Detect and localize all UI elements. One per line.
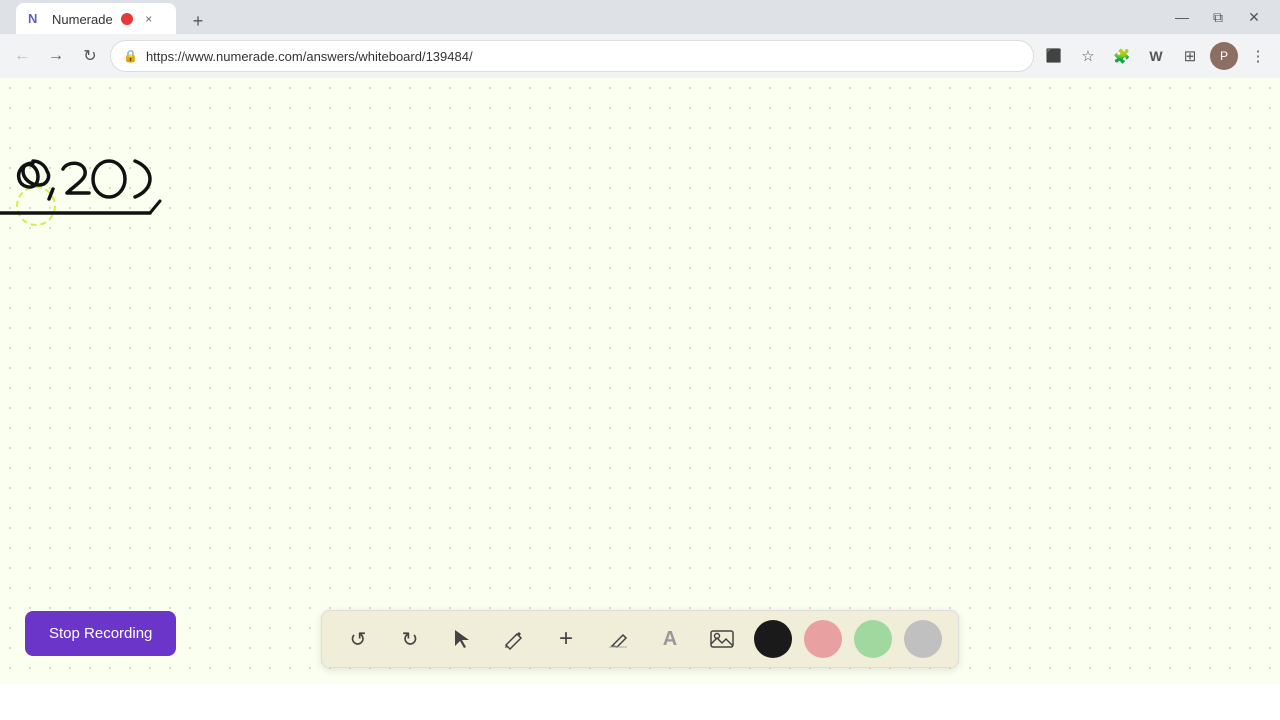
address-bar[interactable]: 🔒 https://www.numerade.com/answers/white… [110, 40, 1034, 72]
screen-record-button[interactable]: ⬛ [1040, 42, 1068, 70]
eraser-tool-button[interactable] [598, 619, 638, 659]
profile-button[interactable]: P [1210, 42, 1238, 70]
color-black[interactable] [754, 620, 792, 658]
whiteboard-canvas[interactable]: Stop Recording ↺ ↻ + A [0, 78, 1280, 684]
cursor-icon [451, 628, 473, 650]
color-green[interactable] [854, 620, 892, 658]
window-controls: — ⧉ ✕ [1172, 7, 1272, 27]
back-button[interactable]: ← [8, 42, 36, 70]
toolbar: ↺ ↻ + A [321, 610, 959, 668]
nav-extras: ⬛ ☆ 🧩 W ⊞ P ⋮ [1040, 42, 1272, 70]
select-tool-button[interactable] [442, 619, 482, 659]
pen-tool-button[interactable] [494, 619, 534, 659]
text-tool-button[interactable]: A [650, 619, 690, 659]
color-gray[interactable] [904, 620, 942, 658]
stop-recording-button[interactable]: Stop Recording [25, 611, 176, 656]
maximize-button[interactable]: ⧉ [1208, 7, 1228, 27]
nav-bar: ← → ↻ 🔒 https://www.numerade.com/answers… [0, 34, 1280, 78]
image-tool-button[interactable] [702, 619, 742, 659]
new-tab-button[interactable]: + [184, 7, 212, 35]
undo-button[interactable]: ↺ [338, 619, 378, 659]
url-text: https://www.numerade.com/answers/whitebo… [146, 49, 473, 64]
pencil-icon [503, 628, 525, 650]
reload-button[interactable]: ↻ [76, 42, 104, 70]
tab-close-button[interactable]: × [141, 11, 157, 27]
whiteboard-drawing [0, 133, 215, 253]
grid-button[interactable]: ⊞ [1176, 42, 1204, 70]
browser-chrome: N Numerade × + — ⧉ ✕ ← → ↻ 🔒 https://www… [0, 0, 1280, 78]
redo-button[interactable]: ↻ [390, 619, 430, 659]
bookmark-button[interactable]: ☆ [1074, 42, 1102, 70]
add-button[interactable]: + [546, 619, 586, 659]
tab-bar: N Numerade × + [8, 0, 1172, 35]
lock-icon: 🔒 [123, 49, 138, 63]
extensions-button[interactable]: 🧩 [1108, 42, 1136, 70]
tab-favicon: N [28, 11, 44, 27]
active-tab[interactable]: N Numerade × [16, 3, 176, 35]
minimize-button[interactable]: — [1172, 7, 1192, 27]
eraser-icon [607, 628, 629, 650]
tab-recording-dot [121, 13, 133, 25]
image-icon [709, 628, 735, 650]
menu-button[interactable]: ⋮ [1244, 42, 1272, 70]
tab-title: Numerade [52, 12, 113, 27]
title-bar: N Numerade × + — ⧉ ✕ [0, 0, 1280, 34]
wordmark-button[interactable]: W [1142, 42, 1170, 70]
forward-button[interactable]: → [42, 42, 70, 70]
close-button[interactable]: ✕ [1244, 7, 1264, 27]
color-pink[interactable] [804, 620, 842, 658]
